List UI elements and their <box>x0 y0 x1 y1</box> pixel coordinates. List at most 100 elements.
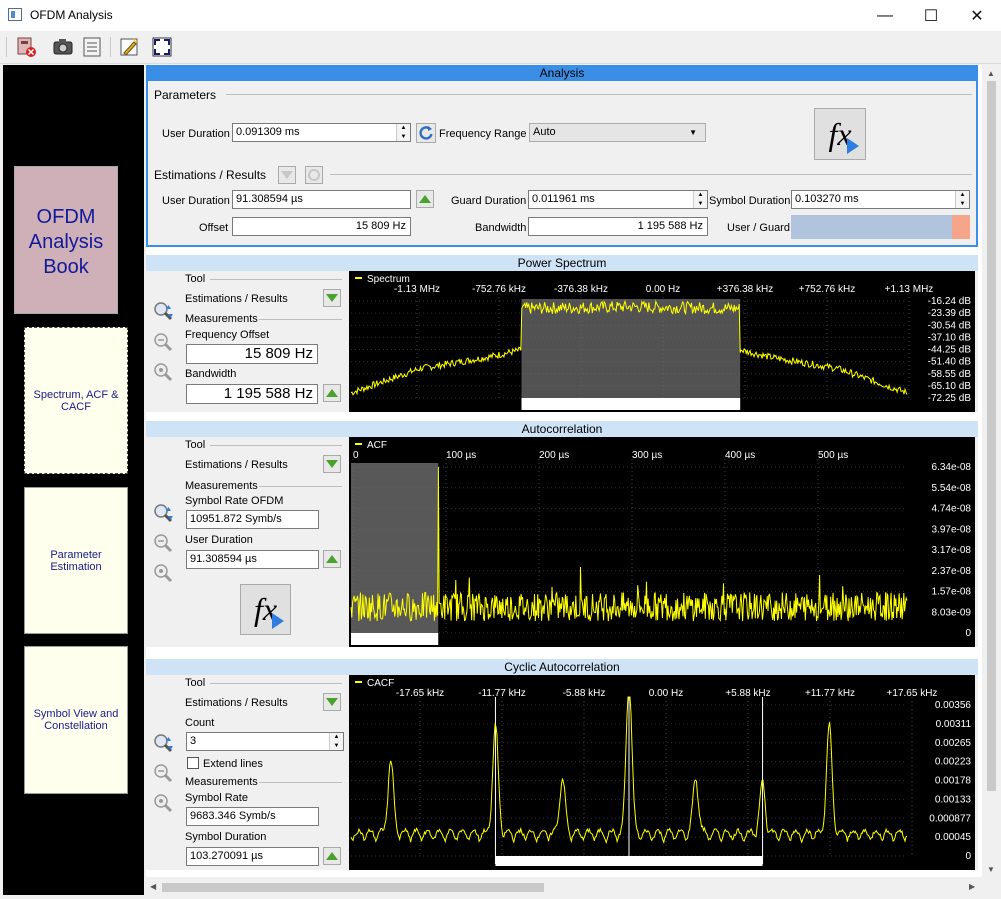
y-tick-label: 1.57e-08 <box>932 587 972 598</box>
minimize-button[interactable]: — <box>862 0 908 31</box>
est-user-duration-field: 91.308594 µs <box>232 190 411 209</box>
user-duration-input[interactable]: 0.091309 ms <box>232 123 411 142</box>
user-duration-label: User Duration <box>162 128 230 140</box>
freq-offset-label: Frequency Offset <box>185 329 270 341</box>
divider <box>330 174 972 175</box>
y-tick-label: 5.54e-08 <box>932 483 972 494</box>
parameters-header: Parameters <box>154 88 217 102</box>
apply-down-button[interactable] <box>278 166 296 184</box>
x-tick-label: +17.65 kHz <box>887 688 938 699</box>
zoom-in-icon[interactable] <box>152 361 173 382</box>
extend-lines-checkbox[interactable] <box>187 757 199 769</box>
vertical-scroll-thumb[interactable] <box>987 81 996 791</box>
window-title: OFDM Analysis <box>30 8 113 22</box>
count-value: 3 <box>190 735 197 747</box>
symbol-duration-label: Symbol Duration <box>185 831 267 843</box>
user-duration-spinner[interactable]: ▲ ▼ <box>396 124 410 141</box>
horizontal-scrollbar[interactable]: ◀ ▶ <box>146 879 982 896</box>
cacf-plot[interactable]: CACF -17.65 kHz -11.77 kHz -5.88 kHz 0.00 Hz… <box>349 675 975 870</box>
horizontal-scroll-thumb[interactable] <box>162 883 544 892</box>
y-tick-label: -30.54 dB <box>928 320 972 331</box>
x-tick-label: +376.38 kHz <box>717 284 773 295</box>
guard-duration-label: Guard Duration <box>451 195 527 207</box>
book-title[interactable]: OFDM Analysis Book <box>14 166 118 314</box>
apply-user-duration-button[interactable] <box>416 190 434 208</box>
y-tick-label: 0 <box>965 851 971 862</box>
symbol-duration-label: Symbol Duration <box>709 195 791 207</box>
est-user-duration-label: User Duration <box>162 195 230 207</box>
zoom-in-icon[interactable] <box>152 562 173 583</box>
sidebar-page-spectrum[interactable]: Spectrum, ACF & CACF <box>24 327 128 474</box>
scroll-up-icon[interactable]: ▲ <box>987 69 995 78</box>
y-tick-label: 0.00223 <box>935 757 972 768</box>
zoom-out-icon[interactable] <box>152 331 173 352</box>
edit-icon[interactable] <box>117 35 141 59</box>
scroll-left-icon[interactable]: ◀ <box>150 882 156 891</box>
estimations-down-button[interactable] <box>323 693 341 711</box>
scroll-down-icon[interactable]: ▼ <box>987 865 995 874</box>
count-label: Count <box>185 717 215 729</box>
count-input[interactable]: 3 <box>186 732 344 751</box>
selection-band <box>521 299 741 398</box>
apply-symbol-duration-button[interactable] <box>323 847 341 865</box>
user-guard-bar <box>791 215 970 239</box>
autocorrelation-plot[interactable]: ACF 0 100 µs 200 µs 300 µs 400 µs 500 µs 6.34e-… <box>349 437 975 647</box>
x-tick-label: 0.00 Hz <box>649 688 683 699</box>
zoom-reset-icon[interactable] <box>152 502 173 523</box>
apply-bandwidth-button[interactable] <box>323 384 341 402</box>
x-tick-label: 0 <box>353 450 359 461</box>
frequency-range-value: Auto <box>533 126 556 138</box>
refresh-disabled-icon[interactable] <box>305 166 323 184</box>
legend-label: ACF <box>367 440 387 451</box>
x-tick-label: 100 µs <box>446 450 476 461</box>
list-icon[interactable] <box>80 35 104 59</box>
autocorrelation-panel: Autocorrelation Tool Estimations / Resul… <box>146 421 978 647</box>
zoom-reset-icon[interactable] <box>152 732 173 753</box>
fullscreen-icon[interactable] <box>150 35 174 59</box>
cacf-panel: Cyclic Autocorrelation Tool Estimations … <box>146 659 978 870</box>
estimations-down-button[interactable] <box>323 289 341 307</box>
user-duration-field: 91.308594 µs <box>186 550 319 569</box>
legend-swatch <box>355 681 362 683</box>
sidebar-page-parameter-estimation[interactable]: Parameter Estimation <box>24 487 128 634</box>
zoom-out-icon[interactable] <box>152 762 173 783</box>
estimations-down-button[interactable] <box>323 455 341 473</box>
user-guard-fill <box>791 215 953 239</box>
y-tick-label: 0 <box>965 628 971 639</box>
estimations-label: Estimations / Results <box>185 459 288 471</box>
user-duration-label: User Duration <box>185 534 253 546</box>
y-tick-label: 6.34e-08 <box>932 462 972 473</box>
symbol-duration-spinner[interactable]: ▲ ▼ <box>955 191 969 208</box>
x-tick-label: 300 µs <box>632 450 662 461</box>
x-tick-label: 400 µs <box>725 450 755 461</box>
fx-button[interactable]: fx <box>240 584 291 635</box>
zoom-out-icon[interactable] <box>152 532 173 553</box>
close-button[interactable]: ✕ <box>954 0 1000 31</box>
zoom-in-icon[interactable] <box>152 792 173 813</box>
guard-duration-spinner[interactable]: ▲ ▼ <box>693 191 707 208</box>
vertical-scrollbar[interactable]: ▲ ▼ <box>983 65 1000 877</box>
scroll-right-icon[interactable]: ▶ <box>969 882 975 891</box>
camera-icon[interactable] <box>51 35 75 59</box>
maximize-button[interactable]: ☐ <box>908 0 954 31</box>
toolbar <box>0 31 1001 64</box>
close-document-icon[interactable] <box>14 35 38 59</box>
zoom-reset-icon[interactable] <box>152 300 173 321</box>
x-tick-label: +11.77 kHz <box>805 688 855 699</box>
apply-user-duration-button[interactable] <box>323 550 341 568</box>
y-tick-label: 0.00133 <box>935 794 972 805</box>
user-guard-label: User / Guard <box>727 222 790 234</box>
count-spinner[interactable]: ▲ ▼ <box>329 733 343 750</box>
sidebar-page-symbol-view[interactable]: Symbol View and Constellation <box>24 646 128 794</box>
divider <box>210 683 342 684</box>
x-tick-label: 200 µs <box>539 450 569 461</box>
fx-button[interactable]: fx <box>814 108 866 160</box>
y-tick-label: 0.00356 <box>935 700 972 711</box>
play-icon <box>847 138 859 154</box>
frequency-range-select[interactable]: Auto ▼ <box>529 123 706 142</box>
power-spectrum-plot[interactable]: Spectrum -1.13 MHz -752.76 kHz -376.38 kHz 0… <box>349 271 975 412</box>
tool-label: Tool <box>185 677 206 689</box>
refresh-icon[interactable] <box>416 123 436 143</box>
chart-svg: Spectrum-1.13 MHz -752.76 kHz -376.38 kHz 0… <box>350 274 972 410</box>
play-icon <box>272 613 284 629</box>
